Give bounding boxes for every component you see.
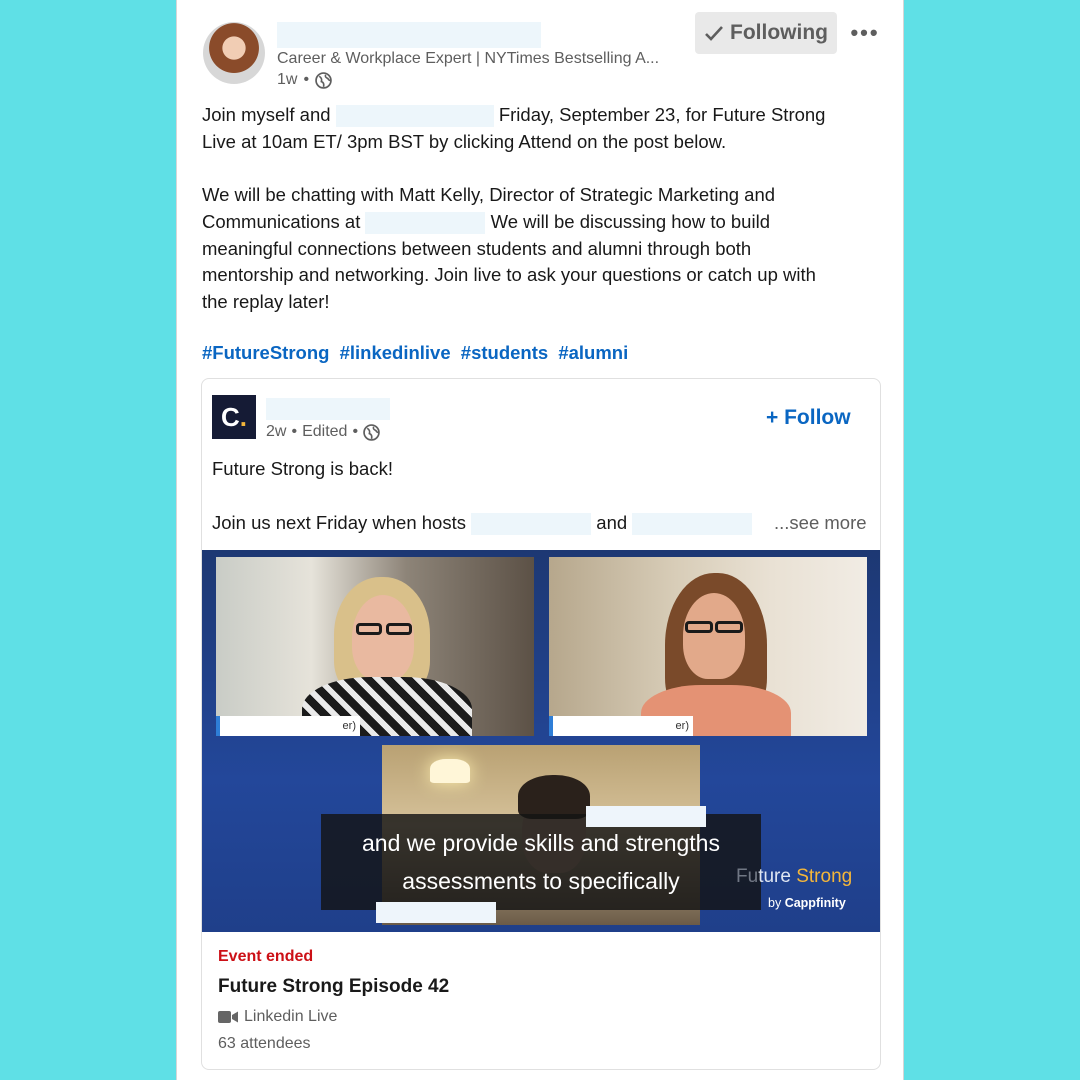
- checkmark-icon: [705, 26, 723, 41]
- shared-post-meta: 2w • Edited •: [266, 423, 380, 441]
- post-text-line-1: Join myself and Friday, September 23, fo…: [202, 102, 825, 129]
- event-status: Event ended: [218, 948, 314, 965]
- shared-post-text-line-2: Join us next Friday when hosts and: [212, 512, 753, 536]
- live-caption: and we provide skills and strengths asse…: [321, 814, 761, 910]
- event-title[interactable]: Future Strong Episode 42: [218, 976, 449, 998]
- globe-icon: [315, 71, 332, 89]
- brand-byline: by Cappfinity: [768, 896, 846, 910]
- company-logo[interactable]: C.: [212, 395, 256, 439]
- more-options-icon[interactable]: •••: [845, 14, 885, 52]
- person-hair: [518, 775, 590, 819]
- event-type: Linkedin Live: [218, 1008, 337, 1026]
- hashtag-list: #FutureStrong #linkedinlive #students #a…: [202, 342, 633, 364]
- glasses-icon: [685, 621, 713, 633]
- globe-icon: [363, 423, 380, 441]
- mention-redacted[interactable]: [335, 105, 494, 128]
- post-text-line-6: mentorship and networking. Join live to …: [202, 264, 816, 285]
- author-name-redacted[interactable]: [277, 22, 541, 48]
- participant-name-tag: er): [549, 716, 693, 736]
- post-meta: 1w •: [277, 71, 332, 89]
- mention-redacted[interactable]: [632, 513, 753, 536]
- ceiling-lamp: [430, 759, 470, 783]
- shared-post-text-line-1: Future Strong is back!: [212, 458, 393, 479]
- hashtag-link[interactable]: #linkedinlive: [340, 342, 451, 363]
- shared-post[interactable]: C. 2w • Edited • + Follow Future Strong …: [201, 378, 881, 1070]
- plus-icon: +: [766, 406, 779, 429]
- following-button[interactable]: Following: [695, 12, 837, 54]
- meta-separator: •: [303, 71, 310, 88]
- video-player[interactable]: er) er) and we provide skills and streng…: [202, 550, 880, 932]
- video-tile-host-1: er): [216, 557, 534, 736]
- post-text-line-7: the replay later!: [202, 291, 330, 312]
- author-avatar[interactable]: [203, 22, 265, 84]
- hashtag-link[interactable]: #FutureStrong: [202, 342, 329, 363]
- attendee-count: 63 attendees: [218, 1035, 311, 1052]
- participant-name-tag: er): [216, 716, 360, 736]
- see-more-link[interactable]: ...see more: [774, 512, 867, 534]
- mention-redacted[interactable]: [365, 212, 486, 235]
- glasses-icon: [356, 623, 382, 635]
- feed-post: Career & Workplace Expert | NYTimes Best…: [176, 0, 904, 1080]
- video-tile-host-2: er): [549, 557, 867, 736]
- post-text-line-2: Live at 10am ET/ 3pm BST by clicking Att…: [202, 131, 727, 152]
- mention-redacted[interactable]: [471, 513, 592, 536]
- video-camera-icon: [218, 1011, 238, 1023]
- person-face: [352, 595, 414, 681]
- post-text-line-3: We will be chatting with Matt Kelly, Dir…: [202, 184, 776, 205]
- author-headline: Career & Workplace Expert | NYTimes Best…: [277, 50, 660, 67]
- company-name-redacted[interactable]: [266, 398, 390, 420]
- person-face: [683, 593, 745, 679]
- follow-button[interactable]: + Follow: [766, 406, 851, 430]
- post-text-line-4: Communications at We will be discussing …: [202, 209, 770, 236]
- following-label: Following: [730, 21, 828, 44]
- glasses-icon: [386, 623, 412, 635]
- redaction-box: [586, 806, 706, 827]
- hashtag-link[interactable]: #alumni: [558, 342, 628, 363]
- hashtag-link[interactable]: #students: [461, 342, 548, 363]
- post-text-line-5: meaningful connections between students …: [202, 238, 752, 259]
- glasses-icon: [715, 621, 743, 633]
- redaction-box: [376, 902, 496, 923]
- future-strong-logo: Future Strong: [736, 866, 853, 887]
- post-time: 1w: [277, 71, 298, 88]
